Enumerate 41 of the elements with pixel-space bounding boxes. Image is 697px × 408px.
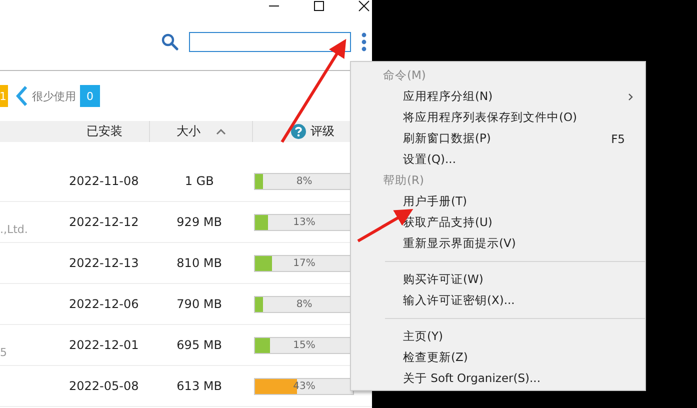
table-cell: 2022-12-06 xyxy=(69,297,139,311)
menu-item[interactable]: 检查更新(Z) xyxy=(403,350,627,365)
menu-item[interactable]: 设置(Q)... xyxy=(403,152,627,167)
count-badge: 0 xyxy=(80,85,100,107)
table-cell: 810 MB xyxy=(176,256,222,270)
table-cell: 695 MB xyxy=(176,338,222,352)
menu-shortcut: F5 xyxy=(611,132,625,146)
menu-item[interactable]: 应用程序分组(N) xyxy=(403,89,628,104)
table-cell: 2022-12-13 xyxy=(69,256,139,270)
more-options-icon[interactable] xyxy=(361,32,367,52)
table-cell: 2022-05-08 xyxy=(69,379,139,393)
menu-item[interactable]: 用户手册(T) xyxy=(403,194,627,209)
table-cell: 2022-12-12 xyxy=(69,215,139,229)
menu-item[interactable]: 输入许可证密钥(X)... xyxy=(403,293,627,308)
column-header[interactable]: 大小 xyxy=(176,123,200,140)
menu-item[interactable]: 主页(Y) xyxy=(403,329,627,344)
table-cell: 2022-11-08 xyxy=(69,174,139,188)
table-cell: 613 MB xyxy=(176,379,222,393)
search-field[interactable] xyxy=(189,32,351,52)
menu-item[interactable]: 关于 Soft Organizer(S)... xyxy=(403,371,627,386)
menu-section-header: 命令(M) xyxy=(382,67,427,84)
menu-item[interactable]: 重新显示界面提示(V) xyxy=(403,236,627,251)
table-cell: .,Ltd. xyxy=(0,222,28,236)
table-cell: 1 GB xyxy=(184,174,214,188)
table-cell: 790 MB xyxy=(176,297,222,311)
column-header[interactable]: 评级 xyxy=(310,123,334,140)
table-cell: 2022-12-01 xyxy=(69,338,139,352)
table-cell: 929 MB xyxy=(176,215,222,229)
menu-item[interactable]: 刷新窗口数据(P) xyxy=(403,131,612,146)
close-icon[interactable] xyxy=(358,0,370,12)
search-icon[interactable] xyxy=(161,33,179,51)
column-header[interactable]: 已安装 xyxy=(86,123,122,140)
count-badge: 1 xyxy=(0,85,8,107)
menu-item[interactable]: 购买许可证(W) xyxy=(403,272,627,287)
help-icon xyxy=(290,124,306,139)
maximize-icon[interactable] xyxy=(313,0,325,12)
menu-item[interactable]: 将应用程序列表保存到文件中(O) xyxy=(403,110,627,125)
menu-section-header: 帮助(R) xyxy=(382,172,425,189)
sort-caret-icon[interactable] xyxy=(216,128,226,134)
table-cell: 5 xyxy=(0,346,7,358)
chevron-left-icon xyxy=(16,86,28,106)
